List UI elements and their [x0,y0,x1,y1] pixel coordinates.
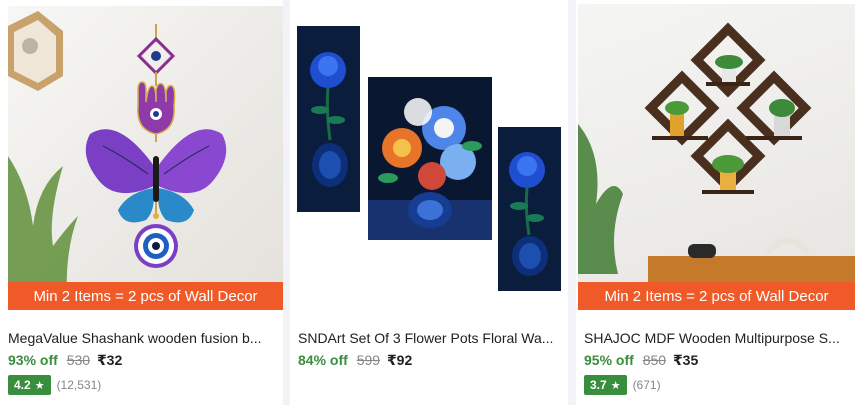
star-icon: ★ [610,379,621,392]
original-price: 599 [356,352,381,368]
rating-row: 4.2 ★ (12,531) [8,375,101,395]
product-card[interactable]: SNDArt Set Of 3 Flower Pots Floral Wa...… [290,0,568,405]
rating-value: 3.7 [590,378,607,392]
floral-panels-wall-art-image [297,26,561,291]
product-card[interactable]: Min 2 Items = 2 pcs of Wall Decor MegaVa… [0,0,283,405]
rating-badge: 4.2 ★ [8,375,51,395]
butterfly-hamsa-wall-decor-image [8,11,227,310]
price-line: 84% off 599 ₹92 [298,352,412,369]
rating-badge: 3.7 ★ [584,375,627,395]
product-card[interactable]: Min 2 Items = 2 pcs of Wall Decor SHAJOC… [576,0,859,405]
original-price: 850 [642,352,667,368]
rating-count: (12,531) [56,378,102,392]
rating-value: 4.2 [14,378,31,392]
product-image[interactable] [290,0,568,320]
rating-row: 3.7 ★ (671) [584,375,661,395]
price-line: 93% off 530 ₹32 [8,352,122,369]
original-price: 530 [66,352,91,368]
selling-price: ₹35 [672,352,699,368]
product-grid: Min 2 Items = 2 pcs of Wall Decor MegaVa… [0,0,859,405]
discount-percent: 84% off [298,352,348,368]
product-title[interactable]: SNDArt Set Of 3 Flower Pots Floral Wa... [298,330,562,346]
price-line: 95% off 850 ₹35 [584,352,698,369]
promo-banner: Min 2 Items = 2 pcs of Wall Decor [578,282,855,310]
star-icon: ★ [34,379,45,392]
discount-percent: 93% off [8,352,58,368]
selling-price: ₹32 [96,352,123,368]
promo-banner: Min 2 Items = 2 pcs of Wall Decor [8,282,283,310]
product-title[interactable]: MegaValue Shashank wooden fusion b... [8,330,277,346]
discount-percent: 95% off [584,352,634,368]
product-image[interactable]: Min 2 Items = 2 pcs of Wall Decor [8,6,283,310]
rating-count: (671) [632,378,661,392]
product-image[interactable]: Min 2 Items = 2 pcs of Wall Decor [578,4,855,310]
diamond-wall-shelves-image [578,22,855,310]
product-title[interactable]: SHAJOC MDF Wooden Multipurpose S... [584,330,853,346]
selling-price: ₹92 [386,352,413,368]
